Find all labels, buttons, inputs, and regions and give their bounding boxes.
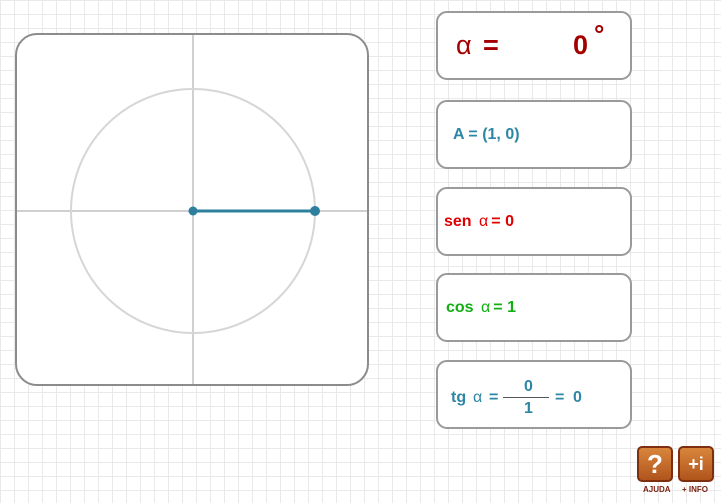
question-mark-icon: ? bbox=[647, 449, 663, 479]
tangent-denominator: 1 bbox=[524, 400, 533, 417]
tangent-label: tg bbox=[451, 389, 467, 406]
sine-equals: = bbox=[491, 212, 501, 230]
sine-label: sen bbox=[444, 212, 472, 230]
info-button[interactable]: +i bbox=[678, 446, 714, 482]
angle-value: 0 bbox=[573, 30, 589, 60]
tangent-equals-result: = bbox=[555, 389, 565, 406]
angle-display: α = 0 ° bbox=[438, 13, 630, 78]
fraction-bar bbox=[503, 397, 549, 398]
point-coordinates: A = (1, 0) bbox=[453, 125, 520, 143]
point-card: A = (1, 0) bbox=[436, 100, 632, 169]
cosine-display: cos α = 1 bbox=[438, 299, 516, 317]
angle-equals: = bbox=[483, 30, 499, 60]
tangent-card: tg α = 0 1 = 0 bbox=[436, 360, 632, 429]
cosine-value: 1 bbox=[507, 298, 516, 316]
tangent-alpha: α bbox=[473, 389, 483, 406]
help-label: AJUDA bbox=[643, 485, 671, 494]
angle-card: α = 0 ° bbox=[436, 11, 632, 80]
origin-point bbox=[188, 206, 198, 216]
tangent-equals: = bbox=[489, 389, 499, 406]
cosine-equals: = bbox=[493, 298, 503, 316]
info-label: + INFO bbox=[682, 485, 709, 494]
point-a-handle[interactable] bbox=[310, 206, 320, 216]
cosine-label: cos bbox=[446, 298, 474, 316]
sine-display: sen α = 0 bbox=[438, 213, 514, 231]
sine-alpha: α bbox=[479, 212, 489, 230]
help-button[interactable]: ? bbox=[637, 446, 673, 482]
tangent-display: tg α = 0 1 = 0 bbox=[438, 362, 630, 427]
alpha-symbol: α bbox=[456, 30, 472, 60]
tangent-numerator: 0 bbox=[524, 378, 533, 395]
plus-info-icon: +i bbox=[688, 454, 704, 474]
cosine-card: cos α = 1 bbox=[436, 273, 632, 342]
tangent-value: 0 bbox=[573, 389, 582, 406]
sine-card: sen α = 0 bbox=[436, 187, 632, 256]
unit-circle-canvas[interactable] bbox=[15, 33, 369, 386]
cosine-alpha: α bbox=[481, 298, 491, 316]
sine-value: 0 bbox=[505, 212, 514, 230]
degree-symbol: ° bbox=[594, 19, 605, 49]
unit-circle-graph bbox=[17, 35, 367, 384]
